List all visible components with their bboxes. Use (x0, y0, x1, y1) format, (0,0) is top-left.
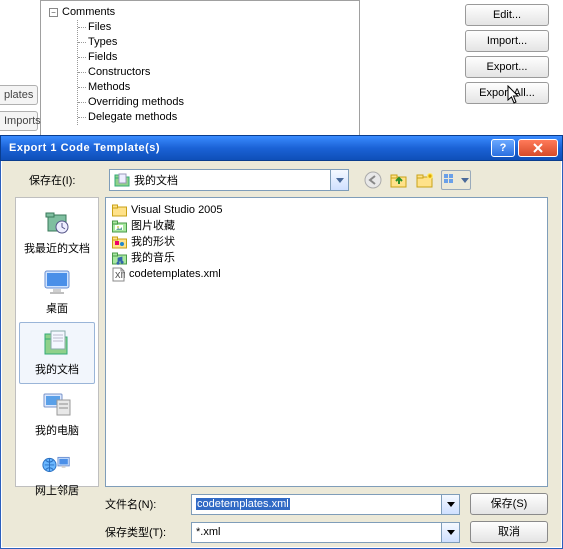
export-button[interactable]: Export... (465, 56, 549, 78)
edit-button[interactable]: Edit... (465, 4, 549, 26)
dropdown-arrow-icon[interactable] (441, 523, 459, 542)
filename-label: 文件名(N): (105, 496, 181, 512)
place-label: 我最近的文档 (19, 240, 95, 256)
import-button[interactable]: Import... (465, 30, 549, 52)
cancel-button[interactable]: 取消 (470, 521, 548, 543)
dialog-title: Export 1 Code Template(s) (9, 142, 488, 154)
filename-input[interactable]: codetemplates.xml (191, 494, 460, 515)
save-in-label: 保存在(I): (29, 172, 103, 188)
back-icon (364, 171, 382, 189)
music-folder-icon (112, 252, 127, 265)
desktop-icon (41, 268, 73, 296)
file-list[interactable]: Visual Studio 2005 图片收藏 我的形状 我的音乐 xml co… (105, 197, 548, 487)
place-desktop[interactable]: 桌面 (19, 262, 95, 322)
tree-node-comments[interactable]: − Comments (49, 5, 351, 20)
tree-node[interactable]: Types (88, 35, 351, 50)
folder-mydocs-icon (114, 173, 130, 187)
mydocs-icon (41, 328, 73, 358)
up-one-level-button[interactable] (389, 170, 409, 190)
list-item[interactable]: 我的形状 (112, 234, 541, 250)
place-my-computer[interactable]: 我的电脑 (19, 384, 95, 444)
tree-node[interactable]: Methods (88, 80, 351, 95)
save-as-dialog: 保存在(I): 我的文档 (0, 135, 563, 549)
tree-node[interactable]: Delegate methods (88, 110, 351, 125)
place-recent[interactable]: 我最近的文档 (19, 202, 95, 262)
view-menu-button[interactable] (441, 170, 471, 190)
tab-imports[interactable]: Imports (0, 111, 38, 131)
tab-templates[interactable]: plates (0, 85, 38, 105)
new-folder-icon (416, 172, 434, 188)
place-label: 网上邻居 (19, 482, 95, 498)
list-item[interactable]: 图片收藏 (112, 218, 541, 234)
svg-text:xml: xml (115, 269, 125, 281)
list-item[interactable]: xml codetemplates.xml (112, 266, 541, 282)
recent-docs-icon (42, 207, 72, 237)
help-button[interactable]: ? (491, 139, 515, 157)
dropdown-arrow-icon[interactable] (330, 170, 348, 190)
save-button[interactable]: 保存(S) (470, 493, 548, 515)
collapse-icon[interactable]: − (49, 8, 58, 17)
close-button[interactable] (518, 139, 558, 157)
pictures-folder-icon (112, 220, 127, 233)
save-in-value: 我的文档 (134, 172, 178, 188)
new-folder-button[interactable] (415, 170, 435, 190)
filetype-label: 保存类型(T): (105, 524, 181, 540)
back-button[interactable] (363, 170, 383, 190)
view-menu-icon (443, 173, 459, 187)
filename-value: codetemplates.xml (196, 498, 290, 510)
dropdown-arrow-icon[interactable] (441, 495, 459, 514)
tree-node[interactable]: Fields (88, 50, 351, 65)
code-templates-tree[interactable]: − Comments Files Types Fields Constructo… (40, 0, 360, 140)
xml-file-icon: xml (112, 267, 125, 282)
close-icon (532, 143, 544, 153)
tree-root-label: Comments (62, 5, 115, 20)
dialog-titlebar[interactable]: Export 1 Code Template(s) ? (0, 135, 563, 161)
list-item[interactable]: 我的音乐 (112, 250, 541, 266)
place-label: 我的电脑 (19, 422, 95, 438)
network-places-icon (41, 451, 73, 477)
place-label: 桌面 (19, 300, 95, 316)
place-label: 我的文档 (20, 361, 94, 377)
filetype-value: *.xml (196, 526, 220, 538)
shapes-folder-icon (112, 236, 127, 249)
vertical-tabs: plates Imports (0, 85, 38, 137)
up-folder-icon (390, 172, 408, 188)
export-all-button[interactable]: Export All... (465, 82, 549, 104)
tree-node[interactable]: Constructors (88, 65, 351, 80)
tree-node[interactable]: Files (88, 20, 351, 35)
save-in-combo[interactable]: 我的文档 (109, 169, 349, 191)
places-bar: 我最近的文档 桌面 我的文档 我的电脑 网上邻居 (15, 197, 99, 487)
place-my-documents[interactable]: 我的文档 (19, 322, 95, 384)
place-network[interactable]: 网上邻居 (19, 444, 95, 504)
list-item[interactable]: Visual Studio 2005 (112, 202, 541, 218)
button-column: Edit... Import... Export... Export All..… (465, 4, 549, 104)
filetype-combo[interactable]: *.xml (191, 522, 460, 543)
mycomputer-icon (41, 390, 73, 418)
folder-icon (112, 204, 127, 217)
tree-node[interactable]: Overriding methods (88, 95, 351, 110)
